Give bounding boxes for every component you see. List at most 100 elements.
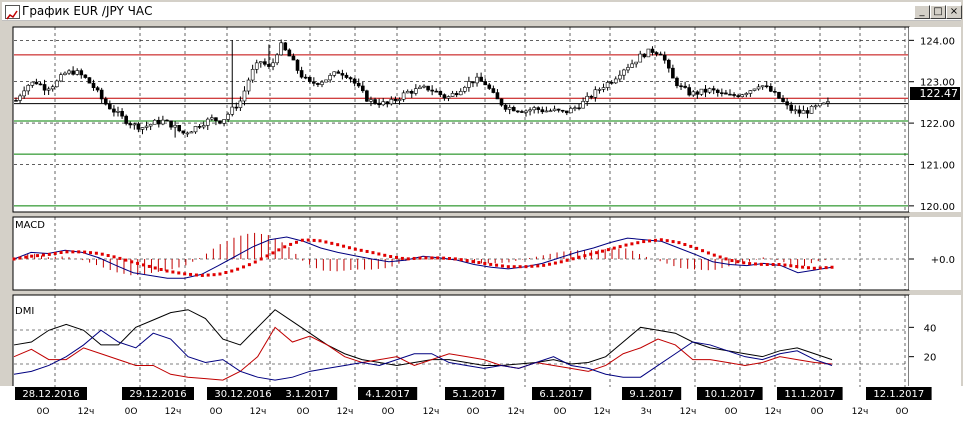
signal-dot <box>353 247 357 251</box>
hour-label: 0О <box>811 407 824 417</box>
candle-body <box>597 89 602 91</box>
hour-label: 3ч <box>640 407 651 417</box>
candle-body <box>79 70 84 76</box>
candle-body <box>826 101 830 104</box>
signal-dot <box>89 251 93 255</box>
signal-dot <box>283 245 287 249</box>
date-label: 4.1.2017 <box>365 389 410 400</box>
candle-body <box>507 107 512 110</box>
candle-body <box>760 85 765 88</box>
signal-dot <box>706 251 710 255</box>
signal-dot <box>224 271 228 275</box>
signal-dot <box>648 239 652 243</box>
candle-body <box>487 84 492 89</box>
signal-dot <box>136 261 140 265</box>
candle-body <box>789 104 794 111</box>
signal-dot <box>571 257 575 261</box>
candle-body <box>50 86 55 90</box>
candle-body <box>263 61 267 65</box>
candle-body <box>613 78 618 84</box>
signal-dot <box>306 238 310 242</box>
candle-body <box>230 106 235 115</box>
signal-dot <box>106 254 110 258</box>
date-label: 10.1.2017 <box>704 389 755 400</box>
minimize-button[interactable]: _ <box>914 5 930 19</box>
signal-dot <box>471 260 475 264</box>
candle-body <box>646 48 651 58</box>
signal-dot <box>277 248 281 252</box>
candle-body <box>516 110 520 113</box>
candle-body <box>340 73 345 76</box>
signal-dot <box>524 265 528 269</box>
title-bar[interactable]: График EUR /JPY ЧАС _ □ × <box>2 2 962 21</box>
candle-body <box>152 119 157 125</box>
candle-body <box>618 74 622 80</box>
maximize-button[interactable]: □ <box>930 5 946 19</box>
chart-app-icon <box>5 5 20 20</box>
candle-body <box>95 87 100 91</box>
candle-body <box>638 53 643 63</box>
candle-body <box>336 71 341 74</box>
close-button[interactable]: × <box>946 5 962 19</box>
dmi-tick-label: 40 <box>924 323 937 334</box>
hour-label: 0О <box>297 407 310 417</box>
signal-dot <box>789 264 793 268</box>
candle-body <box>328 75 332 81</box>
signal-dot <box>536 264 540 268</box>
candle-body <box>609 82 614 84</box>
signal-dot <box>236 267 240 271</box>
candle-body <box>801 110 806 114</box>
candle-body <box>381 101 386 106</box>
hour-label: 12ч <box>508 407 525 417</box>
candle-body <box>205 118 210 126</box>
candle-body <box>275 54 279 64</box>
signal-dot <box>147 264 151 268</box>
candle-body <box>724 92 728 95</box>
dmi-panel[interactable] <box>12 294 910 388</box>
candle-body <box>785 101 789 106</box>
candle-body <box>520 111 524 113</box>
candle-body <box>813 105 818 108</box>
signal-dot <box>447 257 451 261</box>
candle-body <box>316 83 320 85</box>
candle-body <box>764 85 769 88</box>
y-tick-label: 121.00 <box>920 160 955 171</box>
candle-body <box>577 107 581 110</box>
candle-body <box>397 99 402 101</box>
signal-dot <box>153 266 157 270</box>
signal-dot <box>230 269 234 273</box>
signal-dot <box>47 252 51 256</box>
signal-dot <box>436 256 440 260</box>
signal-dot <box>71 250 75 254</box>
candle-body <box>307 76 312 82</box>
macd-panel[interactable] <box>12 216 910 291</box>
signal-dot <box>324 240 328 244</box>
signal-dot <box>83 250 87 254</box>
hour-label: 12ч <box>165 407 182 417</box>
signal-dot <box>77 250 81 254</box>
candle-body <box>536 107 541 110</box>
candle-body <box>728 93 732 96</box>
candle-body <box>793 109 798 112</box>
candle-body <box>414 88 418 94</box>
candle-body <box>136 123 141 130</box>
current-price-label: 122.47 <box>920 87 959 100</box>
signal-dot <box>500 264 504 268</box>
candle-body <box>777 91 781 99</box>
signal-dot <box>759 262 763 266</box>
signal-dot <box>377 252 381 256</box>
candle-body <box>234 106 239 109</box>
date-label: 11.1.2017 <box>784 389 835 400</box>
candle-body <box>768 85 773 92</box>
dmi-axis <box>909 295 961 387</box>
signal-dot <box>24 255 28 259</box>
candle-body <box>124 115 128 124</box>
candle-body <box>120 111 124 117</box>
signal-dot <box>783 263 787 267</box>
candle-body <box>781 98 785 102</box>
candle-body <box>503 104 508 110</box>
signal-dot <box>400 256 404 260</box>
candle-body <box>548 110 553 113</box>
candle-body <box>169 120 173 128</box>
candle-body <box>222 119 226 124</box>
